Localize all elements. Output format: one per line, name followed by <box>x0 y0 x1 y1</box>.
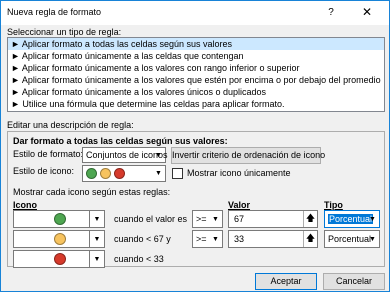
icon-select-row1[interactable]: ▼ <box>13 210 105 228</box>
icon-style-label: Estilo de icono: <box>13 166 75 176</box>
value-input-row2[interactable]: 33 🡅 <box>228 230 318 248</box>
green-circle-icon <box>54 213 66 225</box>
rule-description-panel: Dar formato a todas las celdas según sus… <box>7 131 385 268</box>
chevron-down-icon: ▼ <box>212 215 219 223</box>
chevron-down-icon: ▼ <box>155 151 162 159</box>
chevron-down-icon: ▼ <box>369 215 376 223</box>
new-format-rule-dialog: Nueva regla de formato ? ✕ Seleccionar u… <box>0 0 390 292</box>
operator-value: >= <box>196 214 207 224</box>
cancel-button[interactable]: Cancelar <box>323 273 385 290</box>
chevron-down-icon: ▼ <box>212 235 219 243</box>
icon-column-header: Icono <box>13 200 37 210</box>
condition-label-row2: cuando < 67 y <box>114 234 171 244</box>
rule-type-item[interactable]: ► Aplicar formato a todas las celdas seg… <box>8 38 384 50</box>
value-text: 67 <box>234 214 245 224</box>
range-picker-icon[interactable]: 🡅 <box>303 211 317 227</box>
operator-value: >= <box>196 234 207 244</box>
edit-description-label: Editar una descripción de regla: <box>7 120 134 130</box>
chevron-down-icon: ▼ <box>93 235 101 243</box>
green-circle-icon <box>86 168 97 179</box>
rule-type-item[interactable]: ► Aplicar formato únicamente a los valor… <box>8 86 384 98</box>
show-icon-only-label: Mostrar icono únicamente <box>187 168 291 178</box>
icon-select-row3[interactable]: ▼ <box>13 250 105 268</box>
condition-label-row3: cuando < 33 <box>114 254 164 264</box>
chevron-down-icon: ▼ <box>93 255 101 263</box>
rule-type-list[interactable]: ► Aplicar formato a todas las celdas seg… <box>7 37 385 112</box>
range-picker-icon[interactable]: 🡅 <box>303 231 317 247</box>
operator-select-row2[interactable]: >= ▼ <box>192 230 223 248</box>
rule-type-item[interactable]: ► Aplicar formato únicamente a los valor… <box>8 62 384 74</box>
type-value: Porcentual <box>328 234 372 244</box>
dialog-title: Nueva regla de formato <box>7 7 102 17</box>
rule-type-label: Seleccionar un tipo de regla: <box>7 27 122 37</box>
chevron-down-icon: ▼ <box>93 215 101 223</box>
icon-rules-label: Mostrar cada icono según estas reglas: <box>13 187 171 197</box>
icon-style-select[interactable]: ▼ <box>82 165 166 182</box>
yellow-circle-icon <box>100 168 111 179</box>
value-column-header: Valor <box>228 200 251 210</box>
rule-type-item[interactable]: ► Aplicar formato únicamente a las celda… <box>8 50 384 62</box>
help-button[interactable]: ? <box>317 3 345 22</box>
title-bar: Nueva regla de formato ? ✕ <box>1 1 389 25</box>
show-icon-only-checkbox[interactable] <box>172 168 183 179</box>
red-circle-icon <box>114 168 125 179</box>
chevron-down-icon: ▼ <box>369 235 376 243</box>
rule-type-item[interactable]: ► Utilice una fórmula que determine las … <box>8 98 384 110</box>
value-input-row1[interactable]: 67 🡅 <box>228 210 318 228</box>
value-text: 33 <box>234 234 245 244</box>
yellow-circle-icon <box>54 233 66 245</box>
format-style-select[interactable]: Conjuntos de iconos ▼ <box>82 147 168 163</box>
condition-label-row1: cuando el valor es <box>114 214 188 224</box>
reverse-icon-order-button[interactable]: Invertir criterio de ordenación de icono <box>171 147 325 164</box>
chevron-down-icon: ▼ <box>155 169 162 177</box>
icon-select-row2[interactable]: ▼ <box>13 230 105 248</box>
operator-select-row1[interactable]: >= ▼ <box>192 210 223 228</box>
rule-type-item[interactable]: ► Aplicar formato únicamente a los valor… <box>8 74 384 86</box>
close-button[interactable]: ✕ <box>353 3 381 22</box>
type-select-row1[interactable]: Porcentual ▼ <box>324 210 380 228</box>
icon-set-preview <box>86 168 125 179</box>
type-column-header: Tipo <box>324 200 343 210</box>
red-circle-icon <box>54 253 66 265</box>
format-style-label: Estilo de formato: <box>13 149 84 159</box>
ok-button[interactable]: Aceptar <box>255 273 317 290</box>
description-heading: Dar formato a todas las celdas según sus… <box>13 136 228 146</box>
type-select-row2[interactable]: Porcentual ▼ <box>324 230 380 248</box>
